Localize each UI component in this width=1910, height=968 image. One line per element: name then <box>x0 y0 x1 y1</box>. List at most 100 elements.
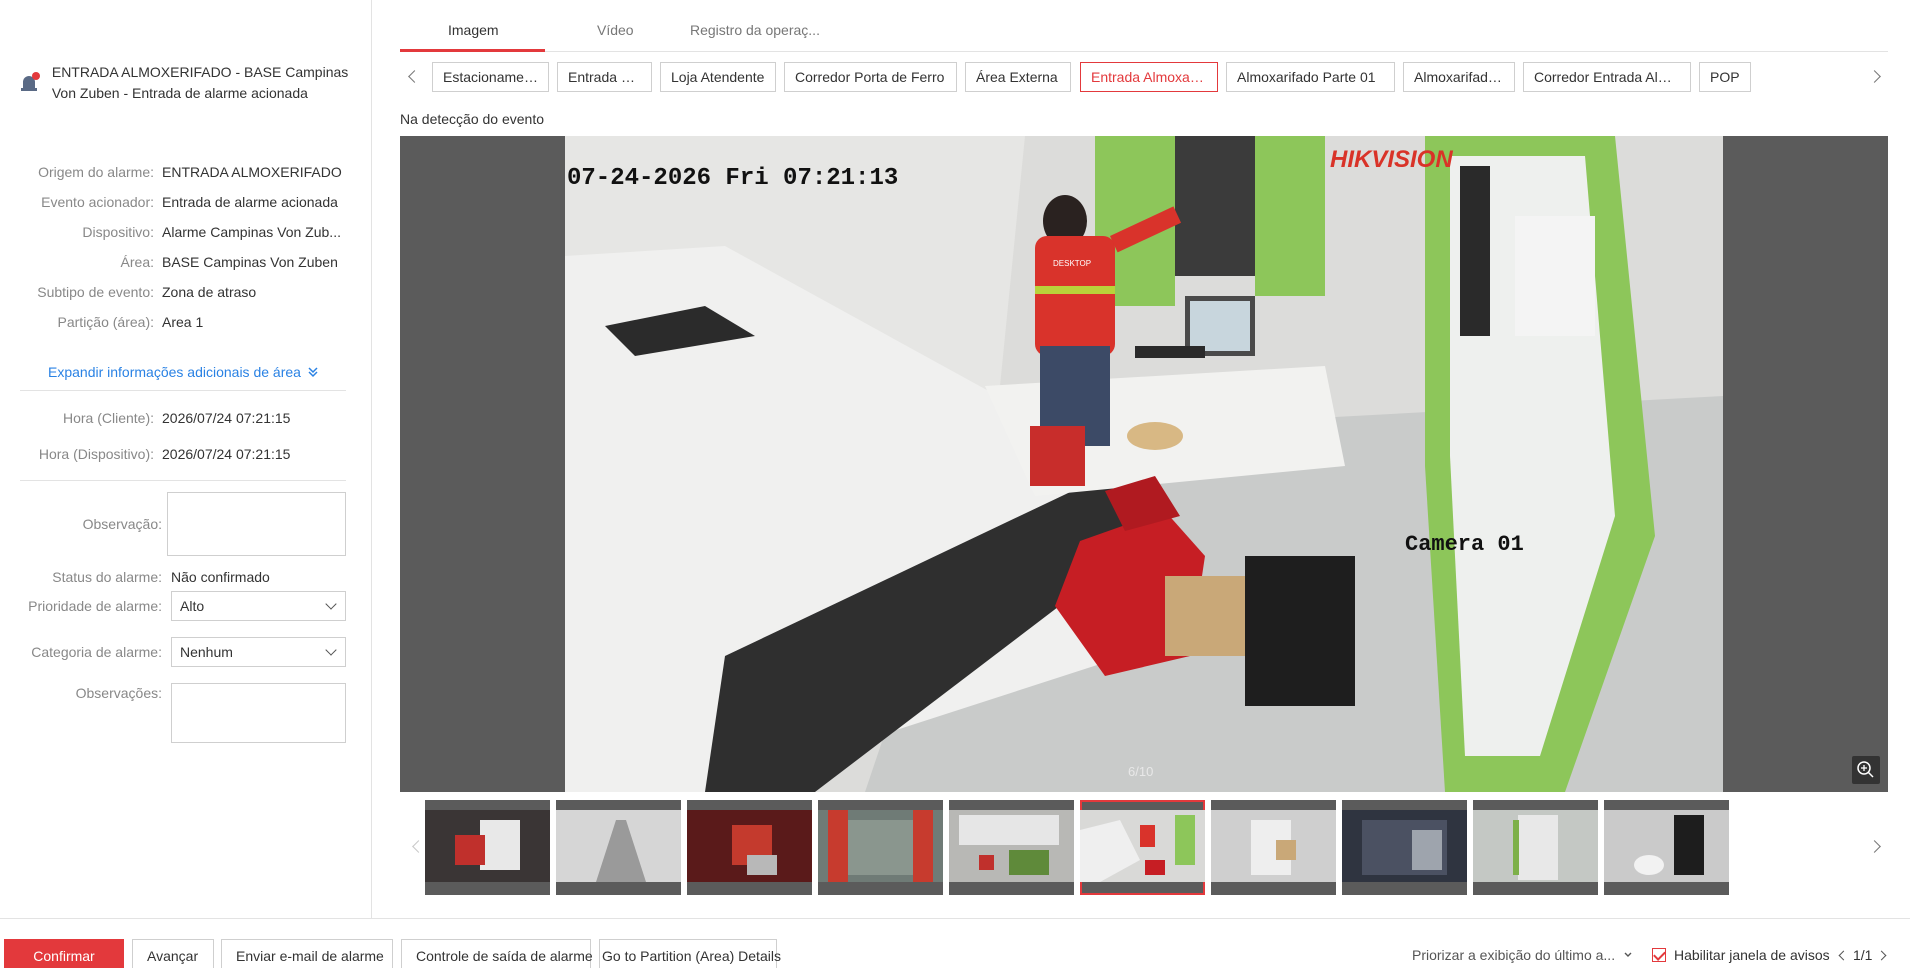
chevron-left-icon[interactable] <box>1838 950 1849 960</box>
detail-value: ENTRADA ALMOXERIFADO <box>162 164 342 180</box>
chevron-down-icon <box>325 598 337 610</box>
time-label: Hora (Dispositivo): <box>38 446 154 462</box>
observation-label: Observação: <box>82 516 162 532</box>
expand-area-info-link[interactable]: Expandir informações adicionais de área <box>48 364 319 380</box>
alarm-priority-select[interactable]: Alto <box>171 591 346 621</box>
detail-value: Area 1 <box>162 314 204 330</box>
time-value: 2026/07/24 07:21:15 <box>162 446 291 462</box>
tab-bar: Imagem Vídeo Registro da operaç... <box>400 14 1888 52</box>
chevron-right-icon[interactable] <box>1868 840 1881 853</box>
tab-video[interactable]: Vídeo <box>597 22 634 38</box>
alarm-detail-panel: ENTRADA ALMOXERIFADO - BASE Campinas Von… <box>0 0 372 918</box>
alarm-header: ENTRADA ALMOXERIFADO - BASE Campinas Von… <box>20 62 350 104</box>
thumbnail[interactable] <box>949 800 1074 895</box>
chevron-left-icon[interactable] <box>412 840 425 853</box>
detail-label: Área: <box>120 254 154 270</box>
alarm-status-value: Não confirmado <box>171 569 270 585</box>
thumbnail[interactable] <box>818 800 943 895</box>
send-alarm-email-button[interactable]: Enviar e-mail de alarme <box>221 939 393 968</box>
pager-text: 1/1 <box>1853 947 1873 963</box>
osd-camera-name: Camera 01 <box>1405 532 1524 557</box>
zoom-in-icon <box>1857 761 1874 778</box>
alarm-output-control-button[interactable]: Controle de saída de alarme <box>401 939 593 968</box>
confirm-button[interactable]: Confirmar <box>4 939 124 968</box>
channel-chip-active[interactable]: Entrada Almoxarifado <box>1080 62 1218 92</box>
detail-label: Subtipo de evento: <box>37 284 154 300</box>
detail-value: BASE Campinas Von Zuben <box>162 254 338 270</box>
time-value: 2026/07/24 07:21:15 <box>162 410 291 426</box>
image-counter: 6/10 <box>1128 764 1154 779</box>
detail-row-area: Área: BASE Campinas Von Zuben <box>0 254 360 274</box>
prioritize-display-label: Priorizar a exibição do último a... <box>1412 947 1616 963</box>
detail-row-origin: Origem do alarme: ENTRADA ALMOXERIFADO <box>0 164 360 184</box>
action-bar: Confirmar Avançar Enviar e-mail de alarm… <box>0 918 1910 968</box>
detail-row-event-subtype: Subtipo de evento: Zona de atraso <box>0 284 360 304</box>
channel-chip[interactable]: Almoxarifado 02 <box>1403 62 1515 92</box>
thumbnail[interactable] <box>1211 800 1336 895</box>
chevron-down-icon <box>325 644 337 656</box>
detail-value: Zona de atraso <box>162 284 257 300</box>
tab-image[interactable]: Imagem <box>448 22 499 38</box>
expand-area-info-label: Expandir informações adicionais de área <box>48 364 301 380</box>
channel-selector: Estacionamento Entrada Loja Loja Atenden… <box>400 62 1888 92</box>
image-viewer[interactable]: DESKTOP 07-24-2026 Fri 07:21:13 HIKVISIO… <box>400 136 1888 792</box>
alarm-priority-label: Prioridade de alarme: <box>28 598 162 614</box>
chevron-right-icon[interactable] <box>1877 950 1887 960</box>
osd-timestamp: 07-24-2026 Fri 07:21:13 <box>567 165 898 192</box>
time-row-device: Hora (Dispositivo): 2026/07/24 07:21:15 <box>0 446 360 466</box>
camera-scene: DESKTOP 07-24-2026 Fri 07:21:13 HIKVISIO… <box>565 136 1723 792</box>
brand-watermark: HIKVISION <box>1330 146 1453 173</box>
channel-chip[interactable]: Área Externa <box>965 62 1071 92</box>
thumbnail-strip <box>400 800 1888 895</box>
channel-chip[interactable]: Corredor Entrada Almox... <box>1523 62 1691 92</box>
prioritize-display-select[interactable]: Priorizar a exibição do último a... <box>1412 947 1633 963</box>
alarm-status-label: Status do alarme: <box>52 569 162 585</box>
remarks-label: Observações: <box>75 685 162 701</box>
channel-chip[interactable]: Almoxarifado Parte 01 <box>1226 62 1395 92</box>
divider <box>20 390 346 391</box>
channel-chip[interactable]: Entrada Loja <box>557 62 652 92</box>
remarks-textarea[interactable] <box>171 683 346 743</box>
checkbox-checked-icon[interactable] <box>1652 948 1666 962</box>
time-row-client: Hora (Cliente): 2026/07/24 07:21:15 <box>0 410 360 430</box>
channel-chip[interactable]: Loja Atendente <box>660 62 776 92</box>
divider <box>20 480 346 481</box>
thumbnail[interactable] <box>1604 800 1729 895</box>
alarm-bell-icon <box>20 70 42 94</box>
detail-label: Evento acionador: <box>41 194 154 210</box>
double-chevron-down-icon <box>308 367 318 378</box>
thumbnail[interactable] <box>687 800 812 895</box>
thumbnail-active[interactable] <box>1080 800 1205 895</box>
alarm-category-value: Nenhum <box>180 644 233 660</box>
tab-operation-log[interactable]: Registro da operaç... <box>690 22 820 38</box>
thumbnail[interactable] <box>425 800 550 895</box>
observation-textarea[interactable] <box>167 492 346 556</box>
detail-value: Entrada de alarme acionada <box>162 194 338 210</box>
alarm-category-label: Categoria de alarme: <box>31 644 162 660</box>
detail-value: Alarme Campinas Von Zub... <box>162 224 341 240</box>
thumbnail[interactable] <box>1342 800 1467 895</box>
channel-chip[interactable]: Corredor Porta de Ferro <box>784 62 957 92</box>
channel-chip[interactable]: POP <box>1699 62 1751 92</box>
channel-chip[interactable]: Estacionamento <box>432 62 549 92</box>
enable-popup-label: Habilitar janela de avisos <box>1674 947 1830 963</box>
shirt-logo-text: DESKTOP <box>1053 259 1091 268</box>
chevron-down-icon <box>1624 952 1632 957</box>
detail-label: Dispositivo: <box>82 224 154 240</box>
detail-label: Partição (área): <box>57 314 154 330</box>
alarm-pager: 1/1 <box>1838 947 1887 963</box>
zoom-button[interactable] <box>1852 756 1880 784</box>
chevron-right-icon[interactable] <box>1868 70 1881 83</box>
detail-row-partition: Partição (área): Area 1 <box>0 314 360 334</box>
next-button[interactable]: Avançar <box>132 939 214 968</box>
chevron-left-icon[interactable] <box>408 70 421 83</box>
camera-snapshot: DESKTOP 07-24-2026 Fri 07:21:13 HIKVISIO… <box>565 136 1723 792</box>
detail-row-device: Dispositivo: Alarme Campinas Von Zub... <box>0 224 360 244</box>
active-tab-indicator <box>400 49 545 52</box>
time-label: Hora (Cliente): <box>62 410 154 426</box>
alarm-category-select[interactable]: Nenhum <box>171 637 346 667</box>
thumbnail[interactable] <box>556 800 681 895</box>
partition-details-button[interactable]: Go to Partition (Area) Details <box>599 939 781 968</box>
enable-popup-toggle[interactable]: Habilitar janela de avisos <box>1652 947 1830 963</box>
thumbnail[interactable] <box>1473 800 1598 895</box>
